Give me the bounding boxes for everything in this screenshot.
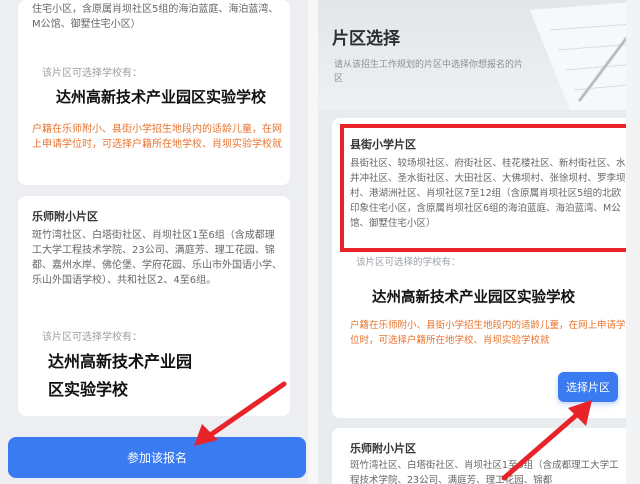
school-name: 达州高新技术产业园区实验学校 (56, 86, 267, 107)
screen-divider (308, 0, 318, 484)
page-subtitle: 请从该招生工作规划的片区中选择你想报名的片区 (334, 60, 524, 84)
school-name-line2: 区实验学校 (48, 376, 129, 400)
region-title: 乐师附小片区 (350, 442, 416, 455)
school-name: 达州高新技术产业园区实验学校 (372, 286, 575, 307)
school-name-line1: 达州高新技术产业园 (48, 348, 193, 372)
red-arrow-icon (194, 381, 287, 446)
school-options-label: 该片区可选择学校有： (42, 332, 142, 343)
school-options-label: 该片区可选择学校有： (42, 68, 142, 79)
notebook-illustration (530, 2, 626, 110)
header-banner: 片区选择 请从该招生工作规划的片区中选择你想报名的片区 (318, 0, 626, 110)
page-title: 片区选择 (332, 29, 400, 49)
left-screen: 住宅小区，含原属肖坝社区5组的海泊蓝庭、海泊蓝湾、M公馆、御墅住宅小区） 该片区… (0, 0, 308, 484)
school-options-label: 该片区可选择的学校有： (356, 257, 461, 268)
region-desc-fragment: 住宅小区，含原属肖坝社区5组的海泊蓝庭、海泊蓝湾、M公馆、御墅住宅小区） (32, 4, 279, 30)
highlight-box (340, 124, 626, 252)
enrollment-note: 户籍在乐师附小、县街小学招生地段内的适龄儿童，在网上申请学位时，可选择户籍所在地… (32, 124, 282, 150)
region-title: 乐师附小片区 (32, 210, 98, 223)
enrollment-note: 户籍在乐师附小、县街小学招生地段内的适龄儿童，在网上申请学位时，可选择户籍所在地… (350, 320, 626, 346)
region-card-top: 住宅小区，含原属肖坝社区5组的海泊蓝庭、海泊蓝湾、M公馆、御墅住宅小区） 该片区… (18, 0, 290, 185)
red-arrow-icon (501, 400, 592, 481)
region-desc: 斑竹湾社区、白塔街社区、肖坝社区1至6组（含成都理工大学工程技术学院、23公司、… (32, 230, 282, 286)
right-screen: 片区选择 请从该招生工作规划的片区中选择你想报名的片区 县街小学片区 县街社区、… (318, 0, 626, 484)
